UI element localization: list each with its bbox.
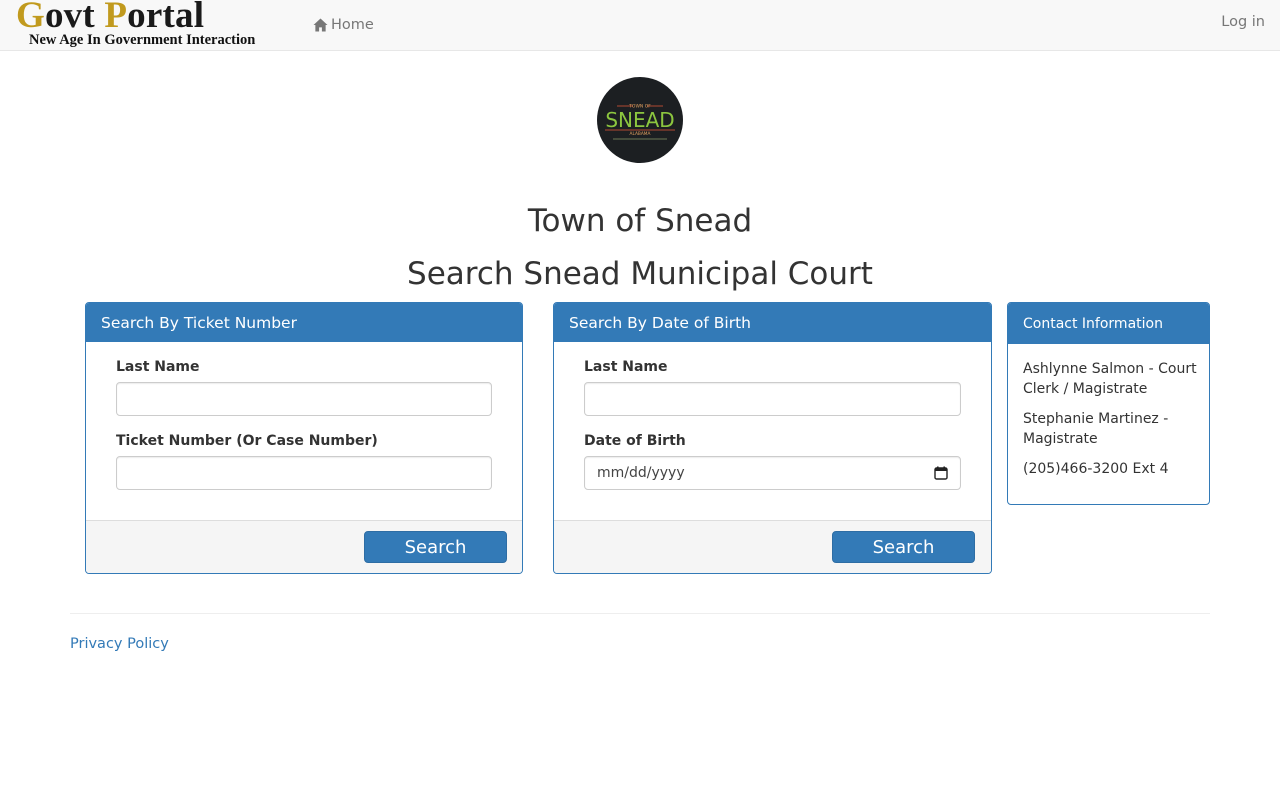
contact-panel-title: Contact Information [1023, 315, 1163, 332]
dob-last-name-label: Last Name [584, 359, 668, 375]
town-seal-logo: TOWN OF SNEAD ALABAMA [597, 77, 683, 163]
contact-phone: (205)466-3200 Ext 4 [1023, 461, 1169, 477]
login-link[interactable]: Log in [1221, 14, 1265, 30]
brand-initial-p: P [104, 0, 128, 36]
ticket-search-panel: Search By Ticket Number Last Name Ticket… [85, 302, 523, 574]
ticket-panel-header: Search By Ticket Number [86, 303, 522, 342]
contact-clerk: Ashlynne Salmon - Court Clerk / Magistra… [1023, 361, 1197, 397]
brand-word-portal: ortal [127, 0, 205, 36]
seal-name: SNEAD [605, 108, 674, 132]
ticket-panel-title: Search By Ticket Number [101, 313, 297, 332]
dob-search-button[interactable]: Search [832, 531, 975, 563]
dob-panel-title: Search By Date of Birth [569, 313, 751, 332]
nav-home-link[interactable]: Home [313, 14, 374, 36]
home-icon [313, 18, 328, 32]
date-of-birth-label: Date of Birth [584, 433, 686, 449]
ticket-last-name-input[interactable] [116, 382, 492, 416]
date-of-birth-placeholder: mm/dd/yyyy [597, 465, 685, 481]
top-navbar: Govt Portal New Age In Government Intera… [0, 0, 1280, 51]
seal-state: ALABAMA [630, 131, 651, 137]
dob-last-name-input[interactable] [584, 382, 961, 416]
contact-panel-header: Contact Information [1008, 303, 1209, 344]
calendar-icon[interactable] [934, 466, 948, 480]
town-title: Town of Snead [527, 203, 753, 239]
brand-initial-g: G [16, 0, 45, 36]
privacy-policy-link[interactable]: Privacy Policy [70, 636, 169, 652]
ticket-last-name-label: Last Name [116, 359, 200, 375]
date-of-birth-input[interactable]: mm/dd/yyyy [584, 456, 961, 490]
nav-home-label: Home [331, 17, 374, 33]
ticket-panel-footer: Search [86, 520, 522, 573]
brand-logo[interactable]: Govt Portal New Age In Government Intera… [15, 0, 283, 50]
contact-magistrate: Stephanie Martinez - Magistrate [1023, 411, 1169, 447]
contact-info-panel: Contact Information Ashlynne Salmon - Co… [1007, 302, 1210, 505]
brand-word-govt: ovt [44, 0, 95, 36]
ticket-number-label: Ticket Number (Or Case Number) [116, 433, 378, 449]
dob-search-panel: Search By Date of Birth Last Name Date o… [553, 302, 992, 574]
court-search-title: Search Snead Municipal Court [407, 256, 873, 292]
ticket-number-input[interactable] [116, 456, 492, 490]
dob-panel-header: Search By Date of Birth [554, 303, 991, 342]
footer-divider [70, 613, 1210, 614]
brand-tagline: New Age In Government Interaction [29, 32, 256, 48]
dob-panel-footer: Search [554, 520, 991, 573]
ticket-search-button[interactable]: Search [364, 531, 507, 563]
